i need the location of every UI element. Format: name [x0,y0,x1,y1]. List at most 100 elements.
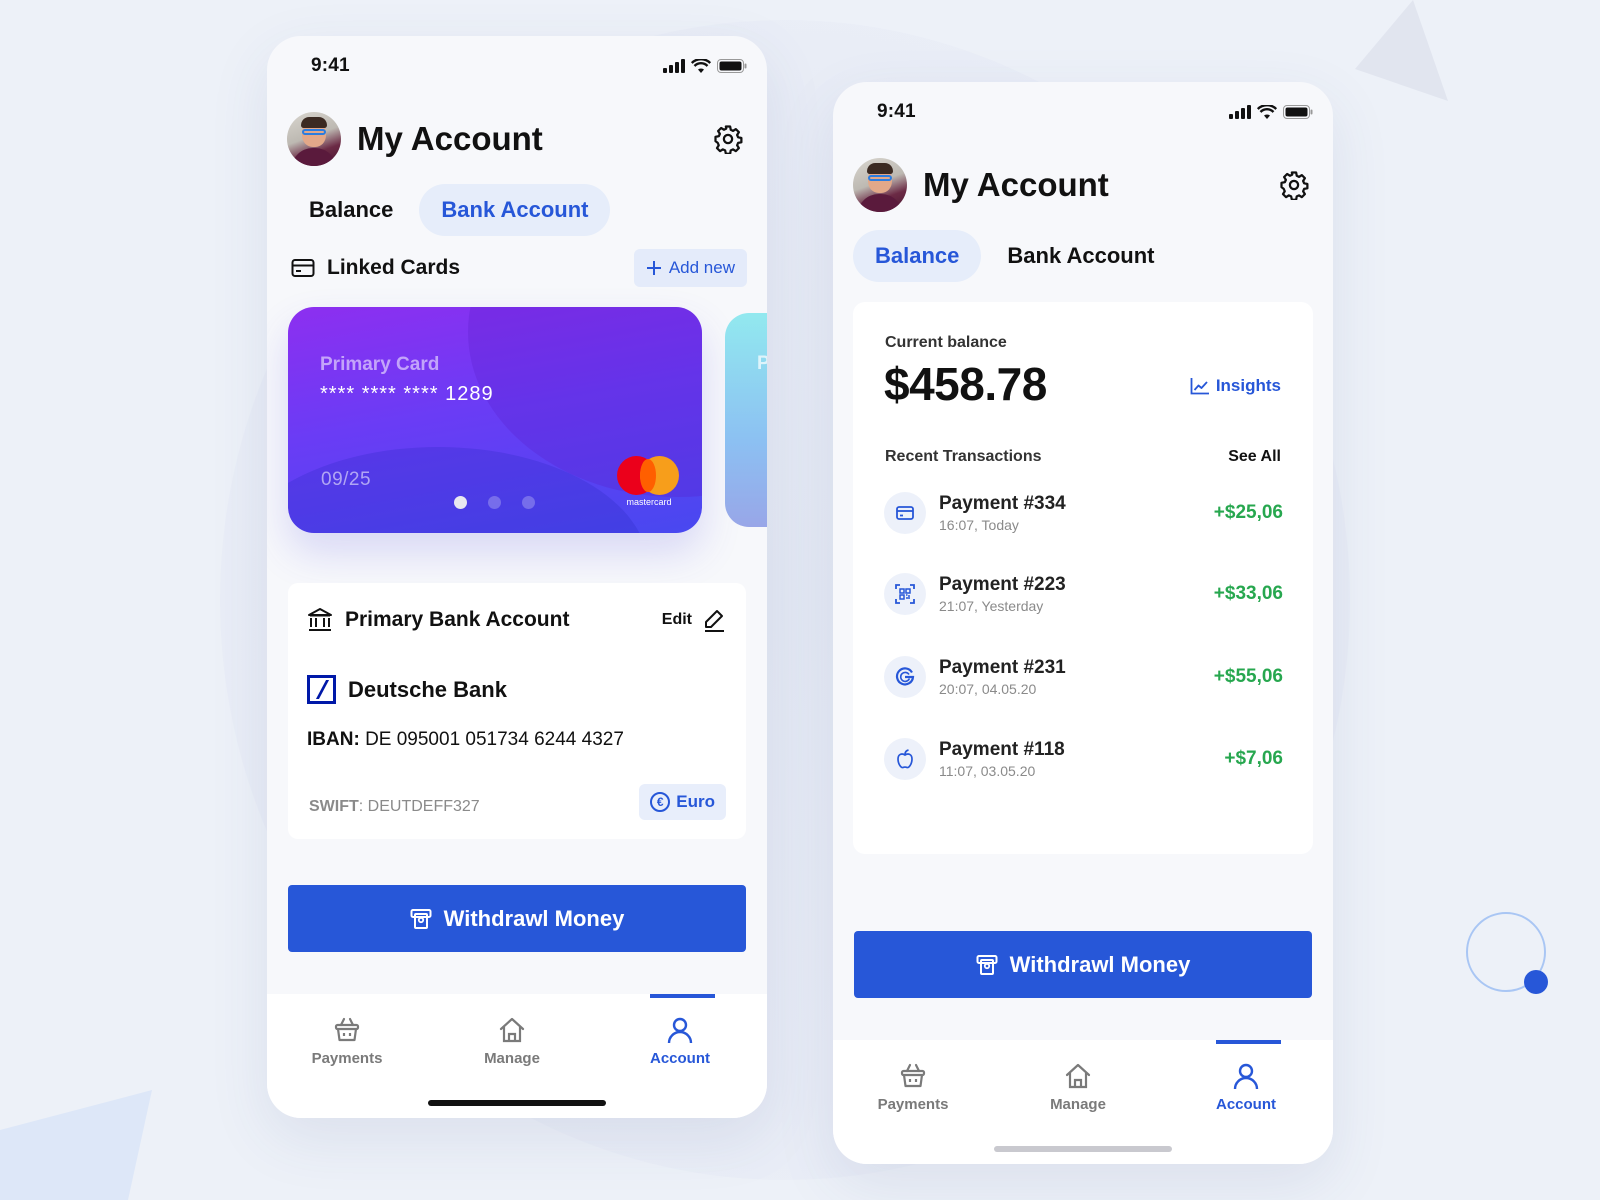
avatar[interactable] [287,112,341,166]
nav-account[interactable]: Account [1191,1062,1301,1113]
tab-bar-top: Balance Bank Account [853,230,1176,282]
home-indicator [428,1100,606,1106]
header: My Account [287,111,743,167]
transaction-amount: +$33,06 [1213,583,1283,604]
pager-dot-3[interactable] [522,496,535,509]
tab-bank-account[interactable]: Bank Account [419,184,611,236]
nav-manage[interactable]: Manage [1023,1062,1133,1113]
pager-dot-2[interactable] [488,496,501,509]
transaction-amount: +$25,06 [1213,502,1283,523]
transaction-row[interactable]: Payment #223 21:07, Yesterday +$33,06 [884,566,1283,622]
nav-manage[interactable]: Manage [457,1016,567,1067]
nav-payments-label: Payments [877,1096,949,1113]
nav-payments-label: Payments [311,1050,383,1067]
add-new-card-button[interactable]: Add new [633,249,747,287]
bank-account-title: Primary Bank Account [345,608,570,631]
nav-payments[interactable]: Payments [858,1062,968,1113]
status-bar: 9:41 [311,54,747,78]
bank-name: Deutsche Bank [348,676,507,702]
edit-bank-account-button[interactable]: Edit [662,608,726,632]
transaction-time: 16:07, Today [939,517,1019,533]
linked-cards-header: Linked Cards Add new [291,249,747,287]
nav-payments[interactable]: Payments [292,1016,402,1067]
atm-icon [976,954,998,975]
credit-card-icon [291,259,315,277]
apple-icon [897,749,913,769]
gear-icon[interactable] [713,124,743,154]
transaction-time: 11:07, 03.05.20 [939,763,1036,779]
chart-line-icon [1190,378,1209,395]
transaction-time: 20:07, 04.05.20 [939,681,1037,697]
avatar[interactable] [853,158,907,212]
status-bar: 9:41 [877,100,1313,124]
see-all-link[interactable]: See All [1228,448,1281,466]
user-icon [1233,1063,1259,1090]
gear-icon[interactable] [1279,170,1309,200]
user-icon [667,1017,693,1044]
pager-dot-1[interactable] [454,496,467,509]
transaction-amount: +$7,06 [1224,748,1283,769]
insights-link[interactable]: Insights [1190,376,1281,396]
secondary-card[interactable]: P [725,313,767,527]
home-indicator [994,1146,1172,1152]
basket-icon [900,1063,926,1088]
decorative-triangle-bottom [0,1090,160,1200]
tab-balance[interactable]: Balance [853,230,982,282]
active-tab-indicator [1216,1040,1281,1044]
iban-value: DE 095001 051734 6244 4327 [365,729,624,750]
signal-icon [663,59,685,73]
bottom-navigation: Payments Manage Account [267,994,767,1118]
bank-account-header: Primary Bank Account Edit [307,607,726,633]
card-number: **** **** **** 1289 [320,383,494,405]
transaction-title: Payment #334 [939,493,1066,514]
wifi-icon [1257,104,1277,119]
page-title: My Account [357,120,543,157]
transaction-row[interactable]: Payment #231 20:07, 04.05.20 +$55,06 [884,649,1283,705]
battery-icon [1283,105,1313,119]
bottom-navigation: Payments Manage Account [833,1040,1333,1164]
bank-name-row: Deutsche Bank [307,675,507,704]
primary-card[interactable]: Primary Card **** **** **** 1289 09/25 m… [288,307,702,533]
nav-manage-label: Manage [484,1050,540,1067]
nav-account-label: Account [1216,1096,1276,1113]
withdraw-label: Withdrawl Money [1009,951,1191,977]
transaction-amount: +$55,06 [1213,666,1283,687]
current-balance-label: Current balance [885,334,1007,351]
currency-badge[interactable]: € Euro [639,784,726,820]
nav-manage-label: Manage [1050,1096,1106,1113]
plus-icon [646,261,661,275]
nav-account[interactable]: Account [625,1016,735,1067]
withdraw-money-button[interactable]: Withdrawl Money [854,931,1312,998]
pencil-icon [705,610,724,632]
card-brand: mastercard [626,497,672,507]
recent-transactions-label: Recent Transactions [885,448,1042,465]
swift-row: SWIFT: DEUTDEFF327 [309,798,480,815]
decorative-dot [1524,970,1548,994]
transaction-row[interactable]: Payment #334 16:07, Today +$25,06 [884,485,1283,541]
swift-label: SWIFT [309,798,359,815]
wifi-icon [691,58,711,73]
credit-card-icon [896,506,914,520]
swift-value: DEUTDEFF327 [367,798,480,815]
phone-balance-screen: 9:41 My Account Balance Bank Account Cur… [833,82,1333,1164]
basket-icon [334,1017,360,1042]
tab-balance[interactable]: Balance [287,184,415,236]
status-icons [663,58,747,74]
iban-row: IBAN: DE 095001 051734 6244 4327 [307,729,624,751]
header: My Account [853,157,1309,213]
transaction-row[interactable]: Payment #118 11:07, 03.05.20 +$7,06 [884,731,1283,787]
transaction-title: Payment #231 [939,657,1066,678]
bank-icon [308,608,332,631]
phone-bank-account-screen: 9:41 My Account Balance Bank Account Lin… [267,36,767,1118]
deutsche-bank-logo [307,675,336,704]
withdraw-label: Withdrawl Money [443,905,625,931]
google-icon [895,667,915,686]
euro-icon: € [650,792,671,812]
add-new-label: Add new [668,258,735,277]
tab-bank-account[interactable]: Bank Account [985,230,1176,282]
status-icons [1229,104,1313,120]
transaction-title: Payment #118 [939,739,1065,760]
withdraw-money-button[interactable]: Withdrawl Money [288,885,746,952]
current-balance-amount: $458.78 [884,358,1047,410]
card-expiry: 09/25 [321,469,372,490]
